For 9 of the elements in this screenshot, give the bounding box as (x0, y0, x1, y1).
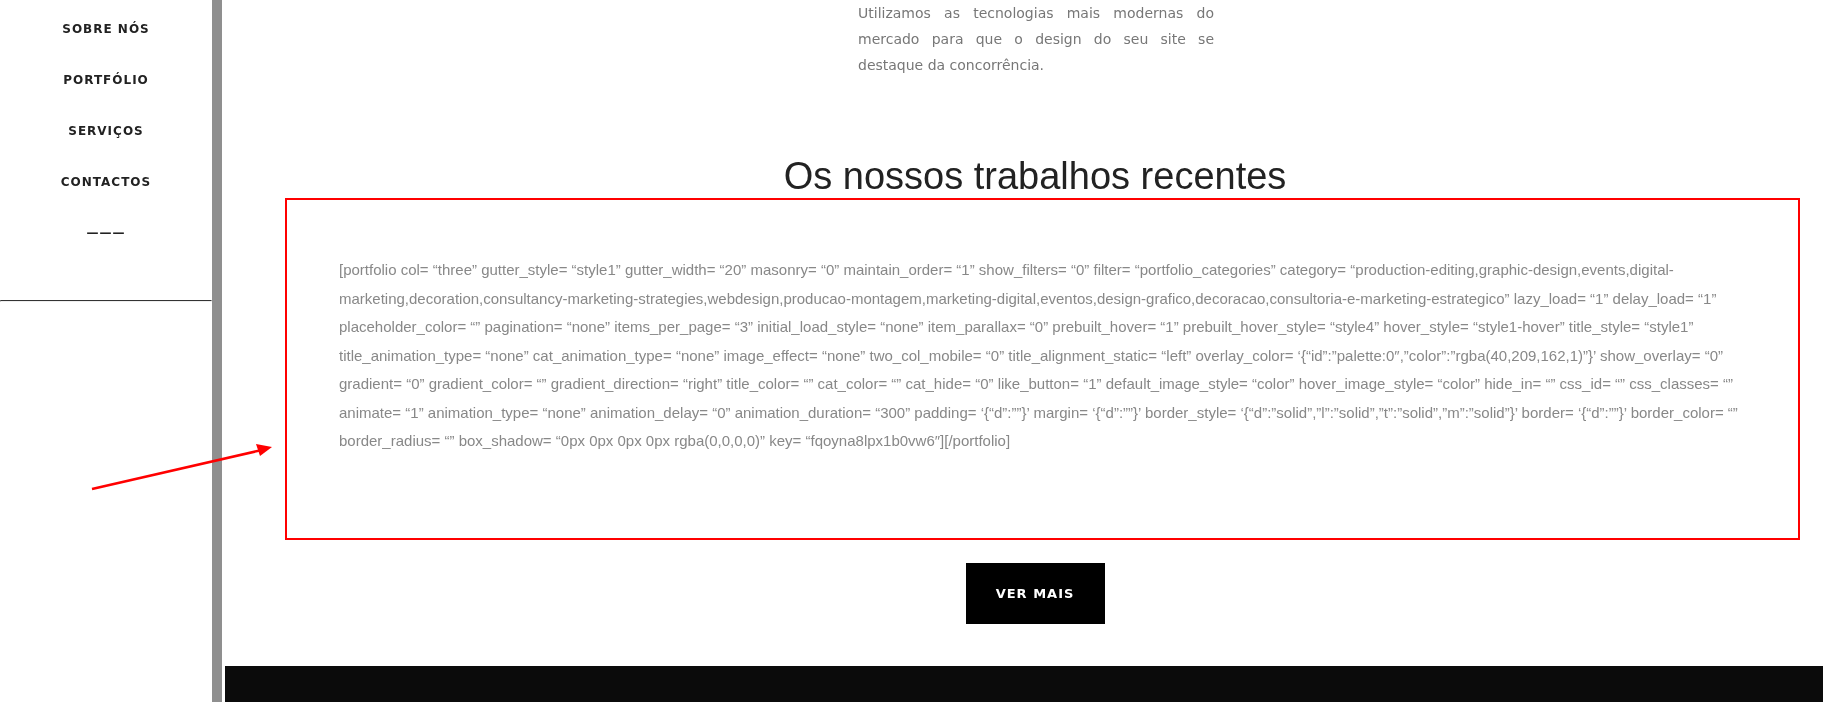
see-more-button[interactable]: VER MAIS (965, 563, 1105, 624)
intro-paragraph: Utilizamos as tecnologias mais modernas do mercado para que o design do seu site se destaque da concorrência. (858, 4, 1214, 75)
nav-link[interactable]: SERVIÇOS (68, 122, 144, 140)
nav-link[interactable]: CONTACTOS (60, 173, 152, 191)
shortcode-text: [portfolio col= “three” gutter_style= “style1” gutter_width= “20” masonry= “0” maintain_order= “1” show_filters= “0” filter= “portfolio_categories” category= “production-editing,graphic-design,events,digital-marketing,decoration,consultancy-marketing-strategies,webdesign,producao-montagem,marketing-digital,eventos,design-grafico,decoracao,consultoria-e-marketing-estrategico” lazy_load= “1” delay_load= “1” placeholder_color= “” pagination= “none” items_per_page= “3” initial_load_style= “none” item_parallax= “0” prebuilt_hover= “1” prebuilt_hover_style= “style4” hover_style= “style1-hover” title_style= “style1” title_animation_type= “none” cat_animation_type= “none” image_effect= “none” two_col_mobile= “0” title_alignment_static= “left” overlay_color= ‘{“id”:”palette:0″,”color”:”rgba(40,209,162,1)”}’ show_overlay= “0” gradient= “0” gradient_color= “” gradient_direction= “right” title_color= “” cat_color= “” cat_hide= “0” like_button= “1” default_image_style= “color” hover_image_style= “color” hide_in= “” css_id= “” css_classes= “” animate= “1” animation_type= “none” animation_delay= “0” animation_duration= “300” padding= ‘{“d”:””}’ margin= ‘{“d”:””}’ border_style= ‘{“d”:”solid”,”l”:”solid”,”t”:”solid”,”m”:”solid”}’ border= ‘{“d”:””}’ border_color= “” border_radius= “” box_shadow= “0px 0px 0px 0px rgba(0,0,0,0)” key= “fqoyna8lpx1b0vw6″][/portfolio] (339, 260, 1739, 451)
nav-link[interactable]: SOBRE NÓS (62, 20, 150, 38)
nav-link[interactable]: PORTFÓLIO (63, 71, 149, 89)
nav-link[interactable]: ——— (86, 224, 126, 242)
section-heading: Os nossos trabalhos recentes (782, 154, 1288, 198)
